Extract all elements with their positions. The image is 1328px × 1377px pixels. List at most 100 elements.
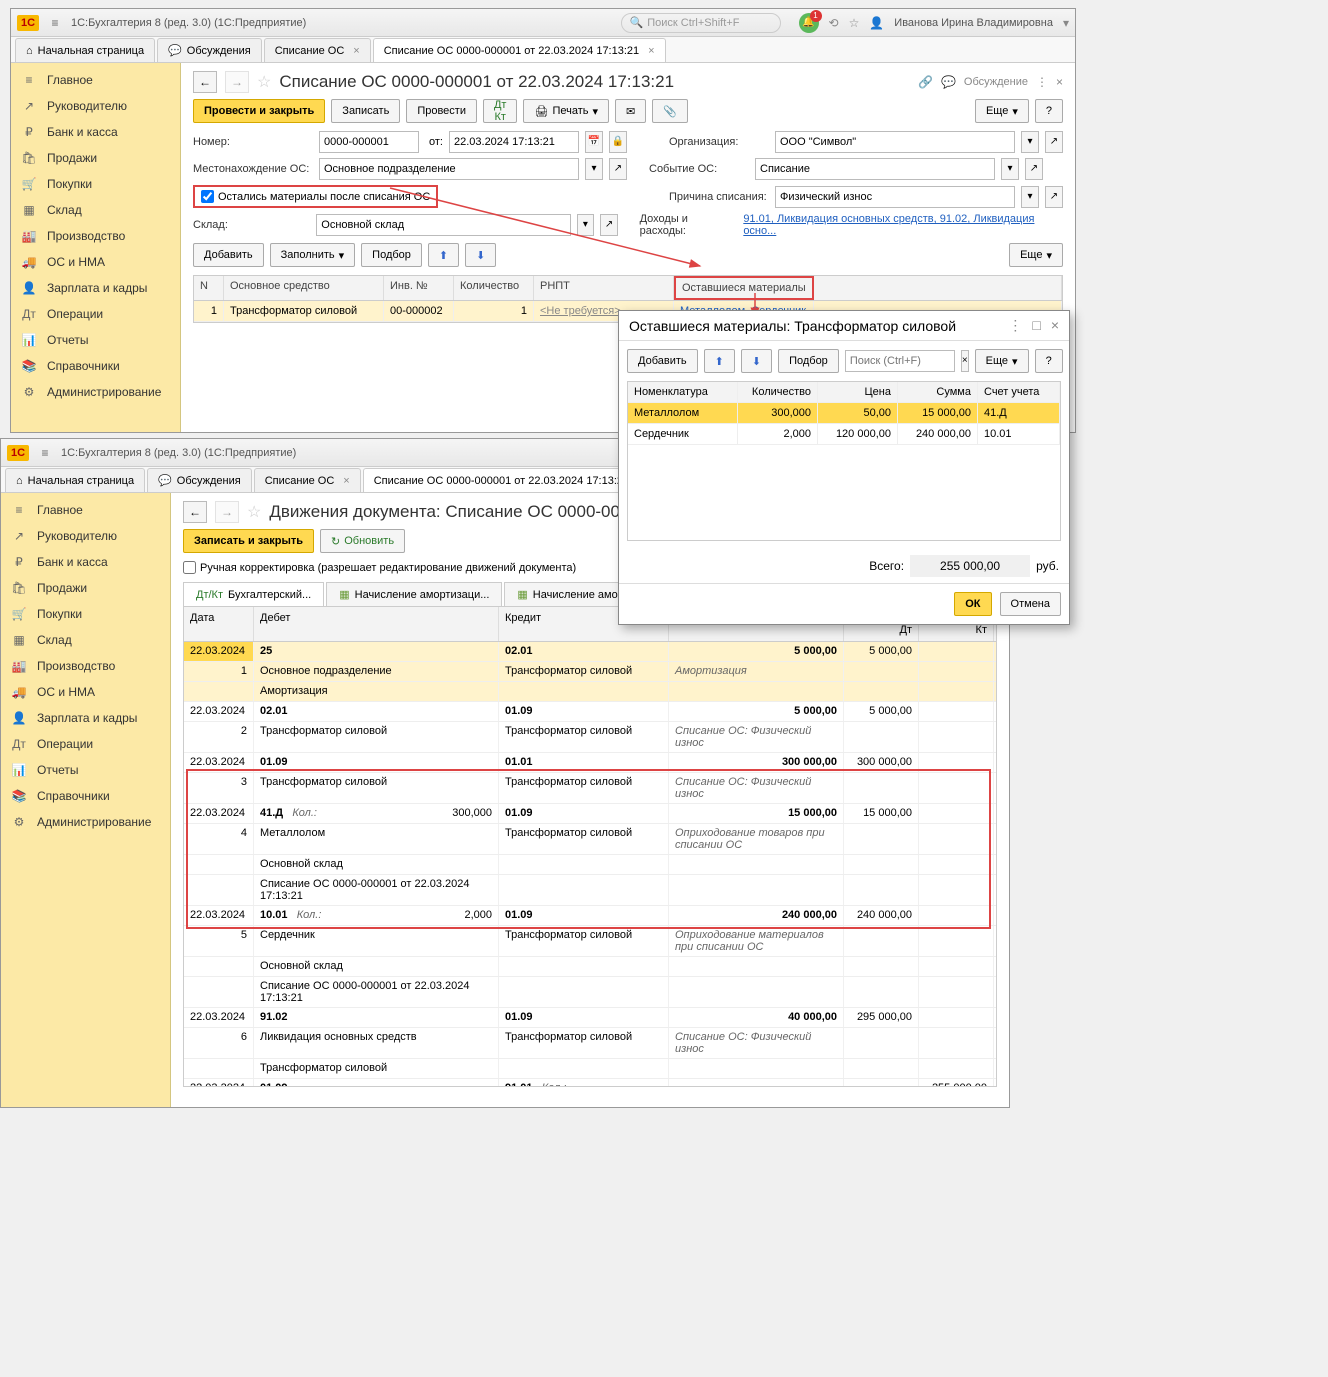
sidebar-item-3[interactable]: 🛍Продажи	[11, 145, 180, 171]
col-os[interactable]: Основное средство	[224, 276, 384, 300]
table-row[interactable]: 22.03.202441.Д Кол.: 300,00001.0915 000,…	[184, 804, 996, 824]
move-down-button[interactable]: ⬇	[465, 243, 496, 267]
sidebar-item-6[interactable]: 🏭Производство	[11, 223, 180, 249]
tab-writeoff[interactable]: Списание ОС×	[254, 468, 361, 492]
link-icon[interactable]: 🔗	[918, 75, 933, 89]
sidebar-item-9[interactable]: ДтОперации	[1, 731, 170, 757]
close-icon[interactable]: ×	[343, 475, 349, 487]
star-icon[interactable]: ☆	[849, 16, 860, 30]
table-row[interactable]: 22.03.20242502.015 000,005 000,00	[184, 642, 996, 662]
sidebar-item-10[interactable]: 📊Отчеты	[11, 327, 180, 353]
open-icon[interactable]: ↗	[1045, 186, 1063, 208]
close-icon[interactable]: ×	[1051, 317, 1059, 334]
materials-remain-checkbox[interactable]: Остались материалы после списания ОС	[193, 185, 438, 208]
ok-button[interactable]: ОК	[954, 592, 991, 616]
pick-button[interactable]: Подбор	[778, 349, 839, 373]
tab-home[interactable]: ⌂Начальная страница	[5, 468, 145, 492]
close-icon[interactable]: ×	[648, 45, 654, 57]
post-close-button[interactable]: Провести и закрыть	[193, 99, 325, 123]
more-button[interactable]: Еще ▾	[975, 99, 1029, 123]
income-link[interactable]: 91.01, Ликвидация основных средств, 91.0…	[743, 213, 1063, 237]
lock-icon[interactable]: 🔒	[609, 131, 627, 153]
move-down-button[interactable]: ⬇	[741, 349, 772, 373]
sklad-input[interactable]	[316, 214, 570, 236]
tab-discuss[interactable]: 💬Обсуждения	[147, 468, 252, 492]
sidebar-item-9[interactable]: ДтОперации	[11, 301, 180, 327]
close-icon[interactable]: ×	[1056, 75, 1063, 89]
nav-fwd-button[interactable]: →	[225, 71, 249, 93]
tab-discuss[interactable]: 💬Обсуждения	[157, 38, 262, 62]
col-price[interactable]: Цена	[818, 382, 898, 403]
col-nomenclature[interactable]: Номенклатура	[628, 382, 738, 403]
table-row[interactable]: 22.03.202491.0201.0940 000,00295 000,00	[184, 1008, 996, 1028]
col-account[interactable]: Счет учета	[978, 382, 1060, 403]
discuss-icon[interactable]: 💬	[941, 75, 956, 89]
user-icon[interactable]: 👤	[869, 16, 884, 30]
sidebar-item-8[interactable]: 👤Зарплата и кадры	[11, 275, 180, 301]
tab-writeoff-doc[interactable]: Списание ОС 0000-000001 от 22.03.2024 17…	[363, 468, 640, 492]
location-input[interactable]	[319, 158, 579, 180]
tab-home[interactable]: ⌂Начальная страница	[15, 38, 155, 62]
open-icon[interactable]: ↗	[1025, 158, 1043, 180]
star-icon[interactable]: ☆	[247, 502, 261, 522]
tab-amort1[interactable]: ▦Начисление амортизаци...	[326, 582, 502, 606]
date-input[interactable]	[449, 131, 579, 153]
number-input[interactable]	[319, 131, 419, 153]
table-row[interactable]: 22.03.202401.0901.01300 000,00300 000,00	[184, 753, 996, 773]
sidebar-item-2[interactable]: ₽Банк и касса	[11, 119, 180, 145]
menu-icon[interactable]: ≡	[37, 446, 53, 460]
sidebar-item-4[interactable]: 🛒Покупки	[1, 601, 170, 627]
dropdown-icon[interactable]: ▾	[1001, 158, 1019, 180]
sidebar-item-3[interactable]: 🛍Продажи	[1, 575, 170, 601]
event-input[interactable]	[755, 158, 995, 180]
mail-button[interactable]: ✉	[615, 99, 646, 123]
open-icon[interactable]: ↗	[1045, 131, 1063, 153]
col-date[interactable]: Дата	[184, 607, 254, 641]
sidebar-item-5[interactable]: ▦Склад	[1, 627, 170, 653]
fill-button[interactable]: Заполнить ▾	[270, 243, 356, 267]
discuss-label[interactable]: Обсуждение	[964, 76, 1028, 88]
global-search-input[interactable]: 🔍 Поиск Ctrl+Shift+F	[621, 13, 781, 33]
more-button[interactable]: Еще ▾	[1009, 243, 1063, 267]
table-row[interactable]: 22.03.202410.01 Кол.: 2,00001.09240 000,…	[184, 906, 996, 926]
history-icon[interactable]: ⟲	[829, 16, 839, 30]
maximize-icon[interactable]: □	[1032, 317, 1040, 334]
sidebar-item-7[interactable]: 🚚ОС и НМА	[11, 249, 180, 275]
help-button[interactable]: ?	[1035, 99, 1063, 123]
bell-icon[interactable]: 🔔	[799, 13, 819, 33]
refresh-button[interactable]: ↻ Обновить	[320, 529, 405, 553]
dropdown-icon[interactable]: ▾	[1021, 131, 1039, 153]
sidebar-item-1[interactable]: ↗Руководителю	[11, 93, 180, 119]
table-row[interactable]: 22.03.202402.0101.095 000,005 000,00	[184, 702, 996, 722]
sidebar-item-11[interactable]: 📚Справочники	[1, 783, 170, 809]
tab-writeoff[interactable]: Списание ОС×	[264, 38, 371, 62]
attach-button[interactable]: 📎	[652, 99, 688, 123]
menu-icon[interactable]: ≡	[47, 16, 63, 30]
col-inv[interactable]: Инв. №	[384, 276, 454, 300]
add-button[interactable]: Добавить	[627, 349, 698, 373]
tab-writeoff-doc[interactable]: Списание ОС 0000-000001 от 22.03.2024 17…	[373, 38, 666, 62]
dropdown-icon[interactable]: ▾	[1063, 16, 1069, 30]
more-button[interactable]: Еще ▾	[975, 349, 1029, 373]
tab-accounting[interactable]: Дт/КтБухгалтерский...	[183, 582, 324, 606]
calendar-icon[interactable]: 📅	[585, 131, 603, 153]
cancel-button[interactable]: Отмена	[1000, 592, 1061, 616]
star-icon[interactable]: ☆	[257, 72, 271, 92]
sidebar-item-6[interactable]: 🏭Производство	[1, 653, 170, 679]
open-icon[interactable]: ↗	[609, 158, 627, 180]
close-icon[interactable]: ×	[353, 45, 359, 57]
sidebar-item-10[interactable]: 📊Отчеты	[1, 757, 170, 783]
dropdown-icon[interactable]: ▾	[1021, 186, 1039, 208]
table-row[interactable]: 22.03.202401.0991.01 Кол.:255 000,00	[184, 1079, 996, 1087]
add-button[interactable]: Добавить	[193, 243, 264, 267]
post-button[interactable]: Провести	[406, 99, 477, 123]
col-materials[interactable]: Оставшиеся материалы	[674, 276, 814, 300]
user-name[interactable]: Иванова Ирина Владимировна	[894, 17, 1053, 29]
move-up-button[interactable]: ⬆	[428, 243, 459, 267]
save-button[interactable]: Записать	[331, 99, 400, 123]
table-row[interactable]: Сердечник2,000120 000,00240 000,0010.01	[628, 424, 1060, 445]
move-up-button[interactable]: ⬆	[704, 349, 735, 373]
col-qty[interactable]: Количество	[454, 276, 534, 300]
table-row[interactable]: Металлолом300,00050,0015 000,0041.Д	[628, 403, 1060, 424]
more-icon[interactable]: ⋮	[1008, 317, 1022, 334]
